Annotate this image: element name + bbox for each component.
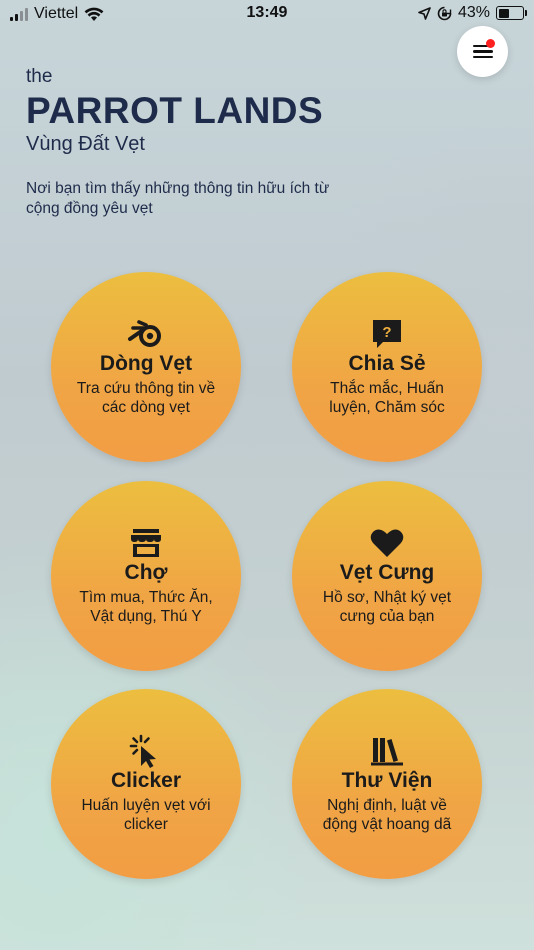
tile-title: Thư Viện	[341, 769, 433, 792]
tile-description: Thắc mắc, Huấn luyện, Chăm sóc	[329, 380, 445, 416]
tile-title: Dòng Vẹt	[99, 352, 193, 375]
tile-description: Hồ sơ, Nhật ký vẹt cưng của bạn	[322, 589, 452, 625]
tile-chia-se[interactable]: ? Chia Sẻ Thắc mắc, Huấn luyện, Chăm sóc	[292, 272, 482, 462]
tile-title: Vẹt Cưng	[339, 561, 435, 584]
tile-title: Chợ	[124, 561, 168, 584]
status-bar: Viettel 13:49 43%	[0, 0, 534, 28]
location-arrow-icon	[418, 6, 431, 20]
notification-dot	[486, 39, 495, 48]
tile-dong-vet[interactable]: Dòng Vẹt Tra cứu thông tin về các dòng v…	[51, 272, 241, 462]
tile-description: Huấn luyện vẹt với clicker	[81, 797, 211, 833]
heart-icon	[370, 527, 404, 559]
tagline: Nơi bạn tìm thấy những thông tin hữu ích…	[26, 180, 330, 217]
blender-logo-icon	[127, 318, 165, 350]
cursor-click-icon	[129, 734, 163, 768]
battery-percent: 43%	[457, 4, 490, 21]
tile-vet-cung[interactable]: Vẹt Cưng Hồ sơ, Nhật ký vẹt cưng của bạn	[292, 481, 482, 671]
tile-description: Nghị định, luật về động vật hoang dã	[322, 797, 452, 833]
store-icon	[130, 527, 162, 559]
app-header: the PARROT LANDS Vùng Đất Vẹt	[26, 66, 323, 156]
tile-description: Tra cứu thông tin về các dòng vẹt	[76, 380, 216, 416]
books-icon	[370, 735, 404, 767]
rotation-lock-icon	[437, 6, 452, 20]
app-title: PARROT LANDS	[26, 90, 324, 131]
tile-thu-vien[interactable]: Thư Viện Nghị định, luật về động vật hoa…	[292, 689, 482, 879]
svg-text:?: ?	[382, 324, 391, 341]
tile-title: Clicker	[110, 769, 182, 792]
app-subtitle: Vùng Đất Vẹt	[26, 133, 145, 155]
question-bubble-icon: ?	[371, 318, 403, 350]
tile-description: Tìm mua, Thức Ăn, Vật dụng, Thú Y	[79, 589, 213, 625]
tile-clicker[interactable]: Clicker Huấn luyện vẹt với clicker	[51, 689, 241, 879]
status-right: 43%	[418, 4, 527, 22]
tile-title: Chia Sẻ	[348, 352, 426, 375]
brand-prefix: the	[26, 66, 53, 87]
menu-button[interactable]	[457, 26, 508, 77]
battery-icon	[496, 6, 527, 20]
tile-cho[interactable]: Chợ Tìm mua, Thức Ăn, Vật dụng, Thú Y	[51, 481, 241, 671]
